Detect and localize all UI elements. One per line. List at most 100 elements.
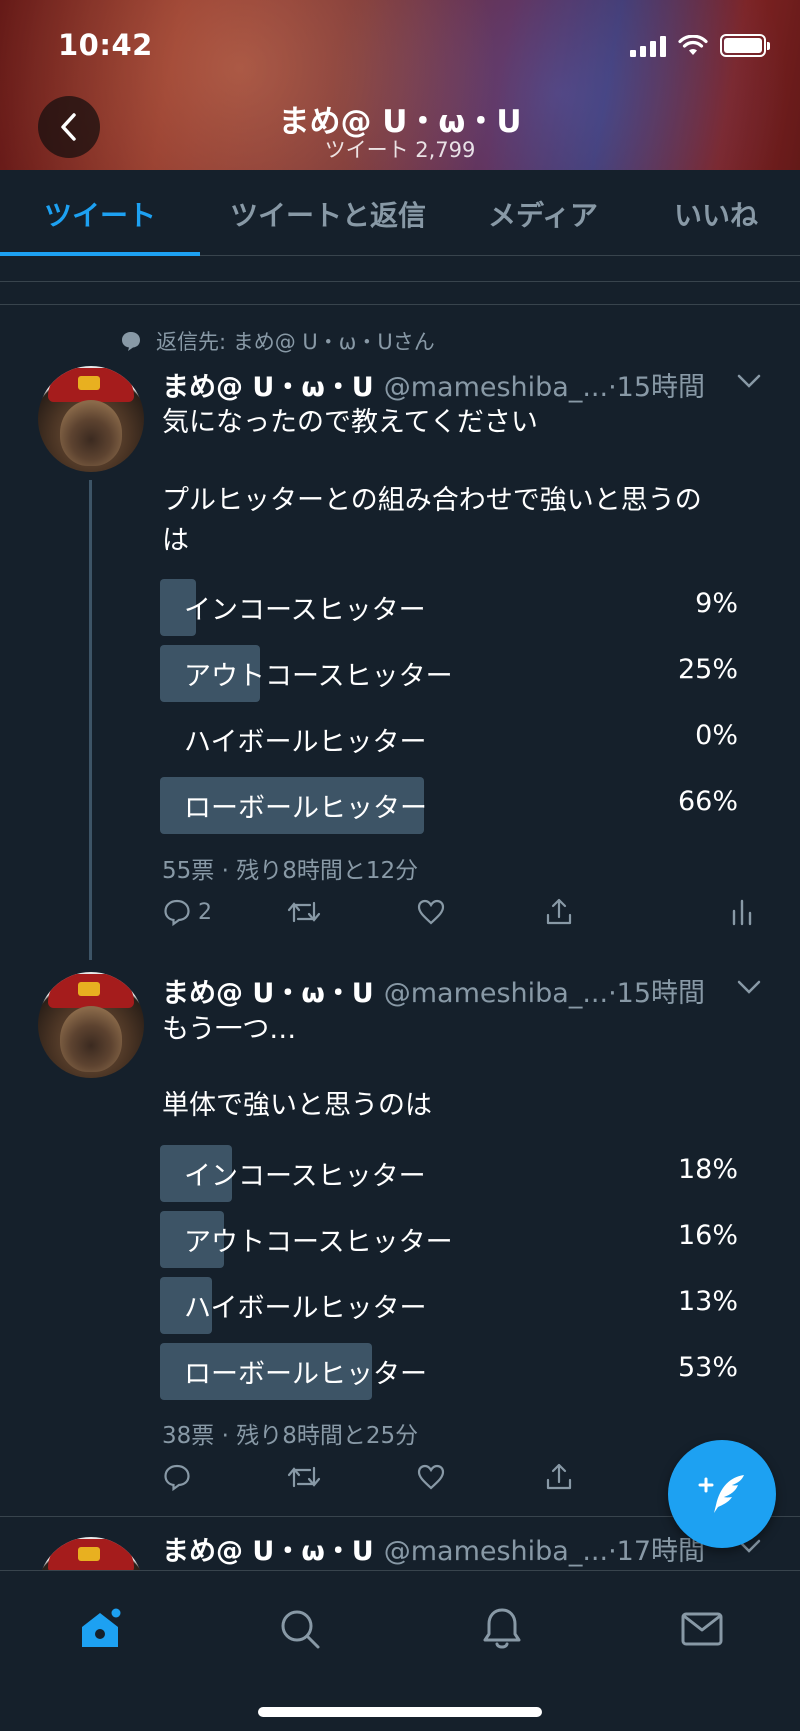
tweet-text-line: 気になったので教えてください bbox=[162, 407, 538, 438]
status-time: 10:42 bbox=[58, 28, 153, 62]
reply-icon bbox=[164, 1464, 190, 1492]
avatar[interactable] bbox=[38, 366, 144, 472]
poll-meta: 38票 · 残り8時間と25分 bbox=[162, 1423, 419, 1449]
retweet-button[interactable] bbox=[286, 1462, 322, 1492]
share-button[interactable] bbox=[544, 1462, 574, 1492]
active-tab-indicator bbox=[0, 252, 200, 256]
poll-option: ハイボールヒッター 13% bbox=[160, 1277, 740, 1334]
home-indicator bbox=[258, 1707, 542, 1717]
compose-tweet-icon bbox=[698, 1475, 744, 1513]
avatar[interactable] bbox=[38, 972, 144, 1078]
divider bbox=[0, 304, 800, 305]
wifi-icon bbox=[678, 34, 708, 55]
nav-notifications[interactable] bbox=[472, 1599, 532, 1659]
nav-messages[interactable] bbox=[672, 1599, 732, 1659]
tweet-count: ツイート 2,799 bbox=[324, 138, 476, 162]
tab-tweets-and-replies[interactable]: ツイートと返信 bbox=[230, 194, 426, 234]
tab-likes[interactable]: いいね bbox=[674, 194, 758, 234]
avatar[interactable] bbox=[38, 1537, 144, 1570]
tweet-text-line: プルヒッターとの組み合わせで強いと思うの bbox=[162, 485, 702, 516]
analytics-button[interactable] bbox=[730, 897, 754, 927]
reply-to-label: 返信先: まめ@ U・ω・Uさん bbox=[156, 330, 435, 354]
tweet-actions: 2 bbox=[162, 897, 762, 937]
poll-option: ローボールヒッター 53% bbox=[160, 1343, 740, 1400]
chevron-down-icon[interactable] bbox=[736, 978, 762, 996]
heart-icon bbox=[417, 899, 445, 925]
notifications-icon bbox=[483, 1608, 521, 1649]
reply-button[interactable] bbox=[162, 1462, 192, 1492]
author-name[interactable]: まめ@ U・ω・U bbox=[162, 365, 374, 404]
home-icon bbox=[82, 1608, 121, 1647]
tweet-time[interactable]: ·15時間 bbox=[608, 365, 705, 404]
tweet-time[interactable]: ·15時間 bbox=[608, 971, 705, 1010]
compose-tweet-button[interactable] bbox=[668, 1440, 776, 1548]
poll-option-label: ローボールヒッター bbox=[184, 793, 427, 824]
reply-button[interactable]: 2 bbox=[162, 897, 212, 927]
reply-icon bbox=[164, 899, 190, 927]
poll-option-percent: 16% bbox=[677, 1220, 738, 1251]
poll-option: インコースヒッター 9% bbox=[160, 579, 740, 636]
profile-tabs: ツイート ツイートと返信 メディア いいね bbox=[0, 170, 800, 256]
author-handle[interactable]: @mameshiba_... bbox=[384, 1536, 608, 1567]
poll-meta: 55票 · 残り8時間と12分 bbox=[162, 858, 419, 884]
battery-icon bbox=[720, 34, 770, 57]
share-button[interactable] bbox=[544, 897, 574, 927]
tweet-header: まめ@ U・ω・U @mameshiba_... ·15時間 bbox=[162, 971, 705, 1010]
profile-header: 10:42 まめ@ U・ω・U ツイート 2,799 bbox=[0, 0, 800, 170]
poll-option: アウトコースヒッター 25% bbox=[160, 645, 740, 702]
poll-option: ハイボールヒッター 0% bbox=[160, 711, 740, 768]
messages-icon bbox=[681, 1612, 723, 1646]
poll-option-percent: 18% bbox=[677, 1154, 738, 1185]
author-name[interactable]: まめ@ U・ω・U bbox=[162, 1529, 374, 1568]
poll-option-percent: 53% bbox=[677, 1352, 738, 1383]
poll-option-label: ハイボールヒッター bbox=[184, 727, 427, 758]
poll-option-percent: 25% bbox=[677, 654, 738, 685]
analytics-icon bbox=[732, 899, 752, 926]
tab-media[interactable]: メディア bbox=[488, 194, 598, 234]
thread-line bbox=[89, 480, 92, 960]
speech-bubble-icon bbox=[122, 332, 140, 351]
poll-option-label: インコースヒッター bbox=[184, 1161, 426, 1192]
reply-to-context[interactable]: 返信先: まめ@ U・ω・Uさん bbox=[120, 326, 435, 356]
retweet-icon bbox=[287, 901, 321, 923]
tab-tweets[interactable]: ツイート bbox=[44, 194, 156, 234]
signal-icon bbox=[630, 35, 666, 57]
heart-icon bbox=[417, 1464, 445, 1490]
poll-option-percent: 0% bbox=[695, 720, 738, 751]
retweet-button[interactable] bbox=[286, 897, 322, 927]
bottom-navigation bbox=[0, 1570, 800, 1731]
poll-option: インコースヒッター 18% bbox=[160, 1145, 740, 1202]
poll-option-label: ローボールヒッター bbox=[184, 1359, 427, 1390]
like-button[interactable] bbox=[416, 897, 446, 927]
poll-option: アウトコースヒッター 16% bbox=[160, 1211, 740, 1268]
poll-option-percent: 13% bbox=[677, 1286, 738, 1317]
like-button[interactable] bbox=[416, 1462, 446, 1492]
tweet-text: 気になったので教えてください プルヒッターとの組み合わせで強いと思うの は bbox=[162, 403, 752, 561]
tweet-text-line: 単体で強いと思うのは bbox=[162, 1090, 432, 1121]
poll-option: ローボールヒッター 66% bbox=[160, 777, 740, 834]
tweet-header: まめ@ U・ω・U @mameshiba_... ·17時間 bbox=[162, 1529, 705, 1568]
chevron-down-icon[interactable] bbox=[736, 372, 762, 390]
poll-option-label: ハイボールヒッター bbox=[184, 1293, 427, 1324]
tweet-text-line: もう一つ… bbox=[162, 1014, 297, 1045]
poll-option-percent: 9% bbox=[695, 588, 738, 619]
tweet-header: まめ@ U・ω・U @mameshiba_... ·15時間 bbox=[162, 365, 705, 404]
poll-option-label: アウトコースヒッター bbox=[184, 661, 453, 692]
reply-count: 2 bbox=[198, 899, 212, 925]
poll-option-label: インコースヒッター bbox=[184, 595, 426, 626]
tweet-text: もう一つ… 単体で強いと思うのは bbox=[162, 1010, 752, 1126]
share-icon bbox=[546, 1463, 572, 1490]
poll-option-label: アウトコースヒッター bbox=[184, 1227, 453, 1258]
nav-search[interactable] bbox=[270, 1599, 330, 1659]
tweet-text-line: は bbox=[162, 525, 189, 556]
divider bbox=[0, 281, 800, 282]
author-handle[interactable]: @mameshiba_... bbox=[384, 372, 608, 403]
retweet-icon bbox=[287, 1466, 321, 1488]
author-handle[interactable]: @mameshiba_... bbox=[384, 978, 608, 1009]
poll-option-percent: 66% bbox=[677, 786, 738, 817]
search-icon bbox=[281, 1610, 320, 1649]
author-name[interactable]: まめ@ U・ω・U bbox=[162, 971, 374, 1010]
nav-home[interactable] bbox=[70, 1599, 130, 1659]
status-icons bbox=[630, 34, 770, 57]
share-icon bbox=[546, 898, 572, 925]
